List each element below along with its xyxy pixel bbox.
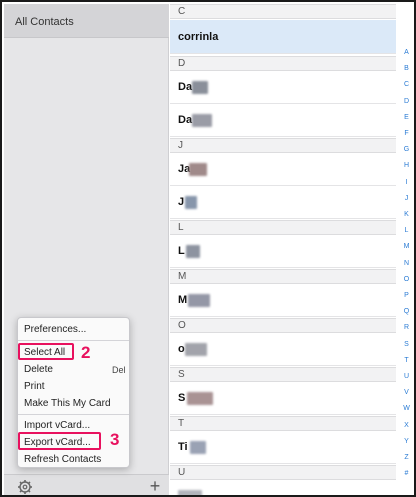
index-letter-h[interactable]: H <box>397 162 414 169</box>
index-letter-q[interactable]: Q <box>397 308 414 315</box>
delete-shortcut: Del <box>112 365 126 375</box>
menu-separator <box>18 414 129 415</box>
section-header-t: T <box>170 416 396 431</box>
contacts-window: All Contacts + C corrinla D Da Da J Ja J… <box>0 0 416 497</box>
menu-item-delete[interactable]: Delete <box>24 364 53 375</box>
index-letter-c[interactable]: C <box>397 81 414 88</box>
menu-item-preferences[interactable]: Preferences... <box>24 324 86 335</box>
section-header-m: M <box>170 269 396 284</box>
index-letter-e[interactable]: E <box>397 114 414 121</box>
contact-row[interactable]: M <box>170 285 396 317</box>
index-letter-u[interactable]: U <box>397 373 414 380</box>
group-label: All Contacts <box>15 16 74 28</box>
menu-separator <box>18 340 129 341</box>
redacted-name <box>190 441 206 454</box>
section-header-j: J <box>170 138 396 153</box>
contact-row[interactable]: corrinla <box>170 20 396 54</box>
section-header-s: S <box>170 367 396 382</box>
step-badge-2: 2 <box>81 343 91 362</box>
redacted-name <box>189 163 207 176</box>
index-letter-z[interactable]: Z <box>397 454 414 461</box>
section-header-c: C <box>170 4 396 19</box>
sidebar-footer: + <box>4 474 169 495</box>
index-letter-l[interactable]: L <box>397 227 414 234</box>
index-letter-m[interactable]: M <box>397 243 414 250</box>
contact-row[interactable] <box>170 481 396 495</box>
contacts-list: C corrinla D Da Da J Ja J L L M M O o S … <box>170 4 396 495</box>
redacted-name <box>185 196 197 209</box>
contact-row[interactable]: S <box>170 383 396 415</box>
contact-row[interactable]: Da <box>170 105 396 137</box>
contact-row[interactable]: o <box>170 334 396 366</box>
index-letter-o[interactable]: O <box>397 276 414 283</box>
gear-icon[interactable] <box>17 479 33 495</box>
redacted-name <box>188 294 210 307</box>
highlight-export-vcard <box>18 432 101 450</box>
index-letter-r[interactable]: R <box>397 324 414 331</box>
menu-item-print[interactable]: Print <box>24 381 45 392</box>
contact-row[interactable]: Ti <box>170 432 396 464</box>
index-letter-d[interactable]: D <box>397 98 414 105</box>
index-letter-p[interactable]: P <box>397 292 414 299</box>
contact-row[interactable]: J <box>170 187 396 219</box>
step-badge-3: 3 <box>110 430 120 449</box>
index-letter-s[interactable]: S <box>397 341 414 348</box>
index-letter-n[interactable]: N <box>397 260 414 267</box>
highlight-select-all <box>18 343 74 360</box>
section-header-l: L <box>170 220 396 235</box>
group-all-contacts[interactable]: All Contacts <box>4 4 169 38</box>
menu-item-refresh-contacts[interactable]: Refresh Contacts <box>24 454 101 465</box>
index-letter-i[interactable]: I <box>397 179 414 186</box>
contact-row[interactable]: Ja <box>170 154 396 186</box>
plus-icon[interactable]: + <box>146 476 164 495</box>
index-letter-a[interactable]: A <box>397 49 414 56</box>
index-letter-b[interactable]: B <box>397 65 414 72</box>
section-header-u: U <box>170 465 396 480</box>
index-letter-f[interactable]: F <box>397 130 414 137</box>
contact-row[interactable]: L <box>170 236 396 268</box>
index-letter-v[interactable]: V <box>397 389 414 396</box>
index-letter-hash[interactable]: # <box>397 470 414 477</box>
index-letter-j[interactable]: J <box>397 195 414 202</box>
section-header-o: O <box>170 318 396 333</box>
index-letter-w[interactable]: W <box>397 405 414 412</box>
index-letter-x[interactable]: X <box>397 422 414 429</box>
menu-item-make-my-card[interactable]: Make This My Card <box>24 398 111 409</box>
index-letter-y[interactable]: Y <box>397 438 414 445</box>
section-header-d: D <box>170 56 396 71</box>
redacted-name <box>186 245 200 258</box>
index-letter-k[interactable]: K <box>397 211 414 218</box>
redacted-name <box>192 81 208 94</box>
redacted-name <box>178 490 202 495</box>
index-letter-t[interactable]: T <box>397 357 414 364</box>
redacted-name <box>192 114 212 127</box>
alphabet-index: A B C D E F G H I J K L M N O P Q R S T U V W X Y Z # <box>397 4 414 495</box>
redacted-name <box>187 392 213 405</box>
index-letter-g[interactable]: G <box>397 146 414 153</box>
menu-item-import-vcard[interactable]: Import vCard... <box>24 420 90 431</box>
contact-row[interactable]: Da <box>170 72 396 104</box>
redacted-name <box>185 343 207 356</box>
